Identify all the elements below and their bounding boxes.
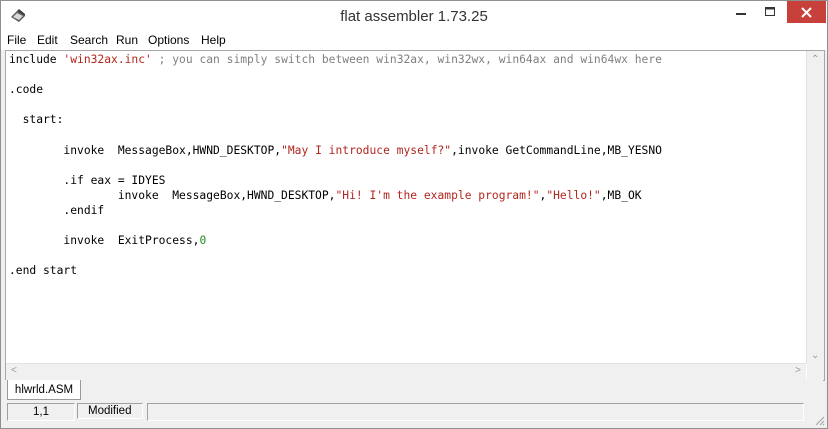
menu-file[interactable]: File <box>7 33 26 47</box>
code-token: .code <box>9 83 44 97</box>
code-token: "Hi! I'm the example program!" <box>335 188 540 202</box>
code-token: ,invoke GetCommandLine,MB_YESNO <box>451 143 662 157</box>
maximize-button[interactable] <box>756 1 784 23</box>
code-token: .end start <box>9 264 78 278</box>
code-line[interactable]: include 'win32ax.inc' ; you can simply s… <box>9 52 662 67</box>
scroll-right-icon[interactable]: > <box>795 366 801 376</box>
code-line[interactable]: .code <box>9 82 43 97</box>
code-line[interactable]: .if eax = IDYES <box>9 173 165 188</box>
code-line[interactable]: invoke MessageBox,HWND_DESKTOP,"May I in… <box>9 143 662 158</box>
code-token: "Hello!" <box>546 188 601 202</box>
code-line[interactable]: start: <box>9 112 64 127</box>
code-token: .endif <box>9 204 105 217</box>
code-line[interactable]: .end start <box>9 263 77 278</box>
vertical-scrollbar[interactable]: ⌃ ⌄ <box>806 51 824 364</box>
menu-help[interactable]: Help <box>201 33 226 47</box>
scroll-down-icon[interactable]: ⌄ <box>811 351 819 361</box>
code-token: 'win32ax.inc' <box>63 53 152 66</box>
tab-hlwrld-asm[interactable]: hlwrld.ASM <box>7 380 81 400</box>
menu-bar: File Edit Search Run Options Help <box>1 31 827 50</box>
modified-status: Modified <box>77 403 143 419</box>
code-token: invoke MessageBox,HWND_DESKTOP, <box>9 143 282 157</box>
code-line[interactable]: invoke MessageBox,HWND_DESKTOP,"Hi! I'm … <box>9 188 642 203</box>
close-button[interactable] <box>787 1 826 23</box>
code-token: "May I introduce myself?" <box>281 143 452 157</box>
menu-run[interactable]: Run <box>116 33 138 47</box>
window-title: flat assembler 1.73.25 <box>340 8 488 25</box>
code-token: ,MB_OK <box>600 188 642 202</box>
file-tab-strip: hlwrld.ASM <box>5 380 823 401</box>
cursor-position: 1,1 <box>7 403 75 421</box>
resize-grip-icon[interactable] <box>813 414 825 426</box>
code-line[interactable]: .endif <box>9 203 104 218</box>
menu-search[interactable]: Search <box>70 33 108 47</box>
title-bar[interactable]: flat assembler 1.73.25 <box>1 1 827 31</box>
code-token: include <box>9 53 64 66</box>
minimize-icon <box>736 13 746 15</box>
code-token: 0 <box>199 234 207 248</box>
scroll-up-icon[interactable]: ⌃ <box>811 55 819 65</box>
status-bar: 1,1 Modified <box>1 401 827 428</box>
code-editor[interactable]: include 'win32ax.inc' ; you can simply s… <box>6 51 806 364</box>
code-line[interactable]: invoke ExitProcess,0 <box>9 233 206 248</box>
menu-options[interactable]: Options <box>148 33 189 47</box>
horizontal-scrollbar[interactable]: < > <box>6 363 806 380</box>
app-window: flat assembler 1.73.25 File Edit Search … <box>0 0 828 429</box>
code-token: invoke MessageBox,HWND_DESKTOP, <box>9 188 336 202</box>
editor-frame: include 'win32ax.inc' ; you can simply s… <box>5 50 825 381</box>
minimize-button[interactable] <box>727 1 755 23</box>
scroll-left-icon[interactable]: < <box>11 366 17 376</box>
scroll-corner <box>807 364 824 380</box>
maximize-icon <box>765 7 775 16</box>
code-token: start: <box>9 113 64 127</box>
code-token: .if eax = IDYES <box>9 173 166 187</box>
code-token: ; you can simply switch between win32ax,… <box>151 53 662 66</box>
status-message-panel <box>147 403 804 421</box>
close-icon <box>801 6 812 18</box>
menu-edit[interactable]: Edit <box>37 33 58 47</box>
code-token: invoke ExitProcess, <box>9 234 200 248</box>
